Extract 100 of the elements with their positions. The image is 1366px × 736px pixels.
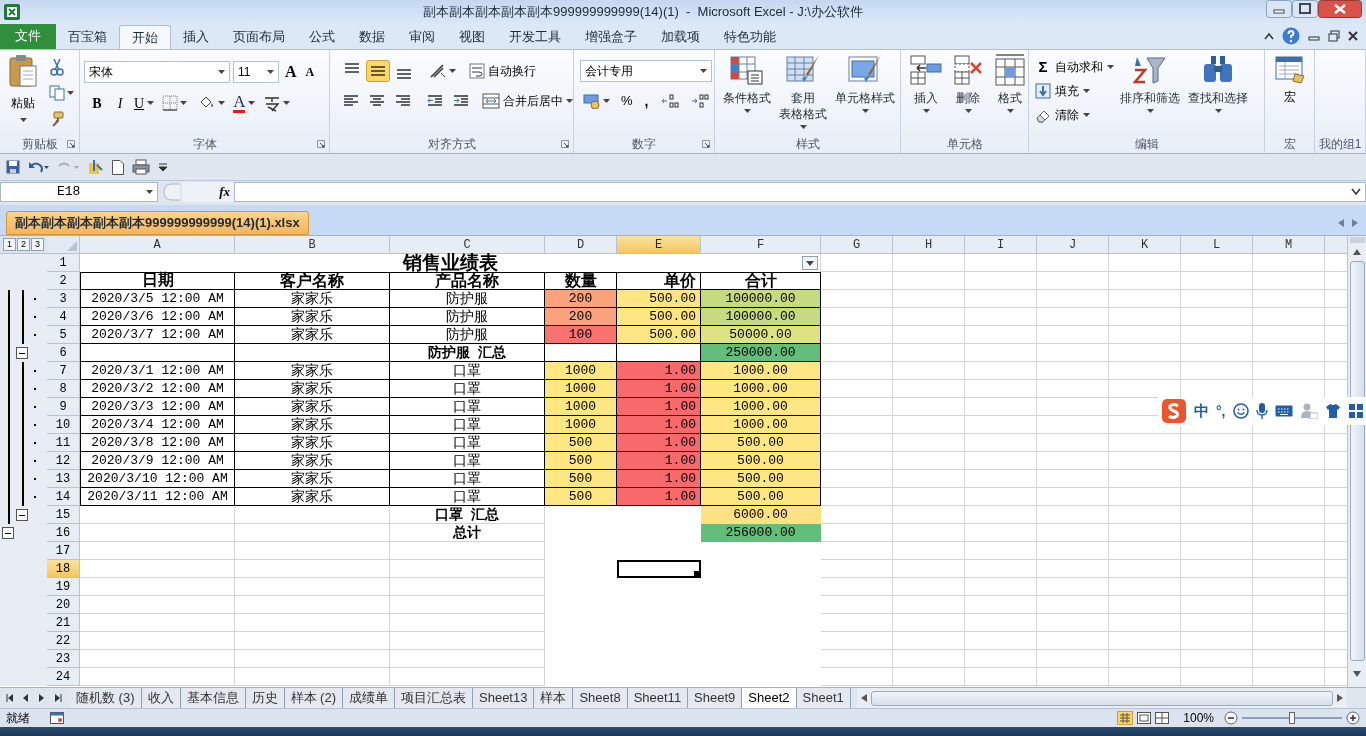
outline-level-button[interactable]: 1 xyxy=(3,238,16,251)
dialog-launcher-icon[interactable] xyxy=(702,140,710,148)
menu-tab[interactable]: 公式 xyxy=(297,25,347,49)
shirt-icon[interactable] xyxy=(1324,403,1341,419)
help-icon[interactable] xyxy=(1282,27,1300,45)
ribbon-button[interactable]: 插入 xyxy=(905,54,947,134)
row-header[interactable]: 2 xyxy=(47,272,80,290)
outline-level-button[interactable]: 3 xyxy=(31,238,44,251)
sheet-tab[interactable]: 项目汇总表 xyxy=(395,688,473,708)
scroll-thumb[interactable] xyxy=(870,690,1333,706)
filter-dropdown-icon[interactable] xyxy=(802,256,818,270)
row-header[interactable]: 1 xyxy=(47,254,80,272)
sheet-tab[interactable]: Sheet1 xyxy=(796,688,851,708)
menu-tab[interactable]: 开发工具 xyxy=(497,25,573,49)
menu-tab[interactable]: 加载项 xyxy=(649,25,712,49)
row-header[interactable]: 9 xyxy=(47,398,80,416)
menu-tab[interactable]: 增强盒子 xyxy=(573,25,649,49)
collapse-ribbon-icon[interactable] xyxy=(1264,32,1274,40)
font-color-button[interactable]: A xyxy=(233,93,256,113)
workbook-tab[interactable]: 副本副本副本副本副本999999999999(14)(1).xlsx xyxy=(6,211,309,235)
sheet-tab[interactable]: 历史 xyxy=(245,688,285,708)
ribbon-button[interactable]: 查找和选择 xyxy=(1184,54,1252,134)
scroll-right-icon[interactable] xyxy=(1352,219,1358,227)
last-sheet-icon[interactable] xyxy=(54,694,62,702)
next-sheet-icon[interactable] xyxy=(38,694,46,702)
row-header[interactable]: 22 xyxy=(47,632,80,650)
column-header[interactable]: L xyxy=(1181,236,1253,254)
row-header[interactable]: 15 xyxy=(47,506,80,524)
active-cell[interactable] xyxy=(617,560,701,578)
row-header[interactable]: 7 xyxy=(47,362,80,380)
close-icon[interactable] xyxy=(1348,31,1358,41)
normal-view-icon[interactable] xyxy=(1117,711,1134,725)
row-header[interactable]: 16 xyxy=(47,524,80,542)
menu-tab[interactable]: 页面布局 xyxy=(221,25,297,49)
column-header[interactable]: J xyxy=(1037,236,1109,254)
row-header[interactable]: 13 xyxy=(47,470,80,488)
sheet-tab[interactable]: 样本 xyxy=(534,688,574,708)
customize-toolbar-icon[interactable] xyxy=(158,162,168,172)
row-header[interactable]: 14 xyxy=(47,488,80,506)
row-header[interactable]: 10 xyxy=(47,416,80,434)
outline-toggle[interactable] xyxy=(2,527,14,539)
copy-button[interactable] xyxy=(46,82,77,104)
scroll-left-icon[interactable] xyxy=(1338,219,1344,227)
row-header[interactable]: 21 xyxy=(47,614,80,632)
print-icon[interactable] xyxy=(132,159,150,175)
column-header[interactable]: G xyxy=(821,236,893,254)
ribbon-button[interactable]: 格式 xyxy=(989,54,1031,134)
sheet-tab[interactable]: Sheet2 xyxy=(742,688,797,708)
zoom-out-icon[interactable] xyxy=(1224,711,1238,725)
row-header[interactable]: 24 xyxy=(47,668,80,686)
ime-mode-button[interactable]: 中 xyxy=(1194,399,1209,423)
previous-sheet-icon[interactable] xyxy=(22,694,30,702)
menu-tab[interactable]: 百宝箱 xyxy=(56,25,119,49)
percent-button[interactable]: % xyxy=(619,91,635,111)
save-icon[interactable] xyxy=(6,160,20,174)
row-header[interactable]: 23 xyxy=(47,650,80,668)
row-header[interactable]: 12 xyxy=(47,452,80,470)
menu-tab[interactable]: 视图 xyxy=(447,25,497,49)
dialog-launcher-icon[interactable] xyxy=(67,140,75,148)
middle-align-button[interactable] xyxy=(366,60,390,82)
ribbon-button[interactable]: 清除 xyxy=(1033,104,1116,126)
comma-button[interactable]: , xyxy=(640,90,653,112)
maximize-icon[interactable] xyxy=(1292,0,1318,18)
merge-center-button[interactable]: 合并后居中 xyxy=(482,92,573,110)
bold-button[interactable]: B xyxy=(88,92,106,114)
sheet-tab[interactable]: 随机数 (3) xyxy=(70,688,142,708)
column-header[interactable]: F xyxy=(701,236,821,254)
menu-tab[interactable]: 插入 xyxy=(171,25,221,49)
ribbon-button[interactable]: 单元格样式 xyxy=(831,54,899,134)
zoom-in-icon[interactable] xyxy=(1346,711,1360,725)
record-macro-icon[interactable] xyxy=(50,712,64,724)
page-break-icon[interactable] xyxy=(1155,712,1170,724)
row-header[interactable]: 17 xyxy=(47,542,80,560)
ribbon-button[interactable]: 删除 xyxy=(947,54,989,134)
dialog-launcher-icon[interactable] xyxy=(317,140,325,148)
spell-check-icon[interactable] xyxy=(88,159,104,175)
expand-icon[interactable] xyxy=(1351,188,1361,196)
microphone-icon[interactable] xyxy=(1255,403,1268,419)
ribbon-button[interactable]: 条件格式 xyxy=(719,54,775,134)
column-header[interactable]: K xyxy=(1109,236,1181,254)
column-header[interactable]: D xyxy=(545,236,617,254)
ime-logo-icon[interactable] xyxy=(1161,398,1187,424)
sheet-tab[interactable]: 样本 (2) xyxy=(284,688,343,708)
underline-button[interactable]: U xyxy=(134,92,155,114)
scroll-left-icon[interactable] xyxy=(860,694,867,702)
menu-tab[interactable]: 开始 xyxy=(119,25,171,49)
ribbon-button[interactable]: 排序和筛选 xyxy=(1116,54,1184,134)
row-header[interactable]: 3 xyxy=(47,290,80,308)
ribbon-button[interactable]: 套用 表格格式 xyxy=(775,54,831,134)
restore-icon[interactable] xyxy=(1328,30,1340,42)
row-header[interactable]: 19 xyxy=(47,578,80,596)
punctuation-button[interactable]: °, xyxy=(1216,400,1226,422)
column-header[interactable]: H xyxy=(893,236,965,254)
outline-level-button[interactable]: 2 xyxy=(17,238,30,251)
outline-toggle[interactable] xyxy=(16,509,28,521)
formula-input[interactable] xyxy=(234,182,1366,202)
smiley-icon[interactable] xyxy=(1232,403,1249,419)
page-layout-icon[interactable] xyxy=(1137,712,1152,724)
row-header[interactable]: 4 xyxy=(47,308,80,326)
sheet-tab[interactable]: Sheet9 xyxy=(688,688,743,708)
